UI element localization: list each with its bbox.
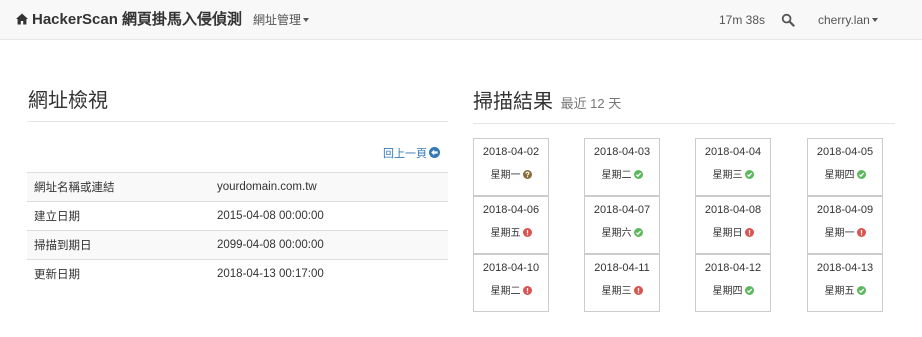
session-timer: 17m 38s	[719, 13, 766, 27]
row-value: 2015-04-08 00:00:00	[210, 201, 448, 231]
user-menu[interactable]: cherry.lan	[818, 0, 878, 40]
row-label: 建立日期	[27, 201, 210, 231]
exclamation-circle-icon	[856, 228, 866, 237]
check-circle-icon	[856, 286, 866, 295]
scan-result-card[interactable]: 2018-04-13 星期五	[807, 254, 883, 312]
check-circle-icon	[633, 170, 643, 179]
table-row: 網址名稱或連結 yourdomain.com.tw	[27, 172, 448, 202]
scan-weekday: 星期四	[824, 170, 855, 181]
scan-date: 2018-04-03	[593, 146, 651, 158]
scan-weekday: 星期二	[490, 286, 521, 297]
exclamation-circle-icon	[744, 228, 754, 237]
search-button[interactable]	[781, 13, 795, 27]
url-management-label: 網址管理	[253, 13, 302, 27]
scan-date: 2018-04-04	[704, 146, 762, 158]
scan-date: 2018-04-12	[704, 262, 762, 274]
row-label: 網址名稱或連結	[27, 172, 210, 202]
scan-date: 2018-04-10	[482, 262, 540, 274]
scan-result-card[interactable]: 2018-04-12 星期四	[695, 254, 771, 312]
page-title: 網址檢視	[28, 90, 108, 112]
scan-weekday: 星期三	[712, 170, 743, 181]
scan-date: 2018-04-13	[816, 262, 874, 274]
divider	[27, 121, 448, 122]
check-circle-icon	[856, 170, 866, 179]
search-icon	[781, 13, 795, 27]
scan-date: 2018-04-06	[482, 204, 540, 216]
exclamation-circle-icon	[522, 228, 532, 237]
scan-date: 2018-04-08	[704, 204, 762, 216]
table-row: 掃描到期日 2099-04-08 00:00:00	[27, 230, 448, 260]
brand-text: HackerScan 網頁掛馬入侵偵測	[32, 11, 243, 28]
scan-result-card[interactable]: 2018-04-08 星期日	[695, 196, 771, 254]
row-label: 更新日期	[27, 259, 210, 289]
row-value: 2018-04-13 00:17:00	[210, 259, 448, 289]
back-link-label: 回上一頁	[383, 148, 427, 160]
url-management-menu[interactable]: 網址管理	[253, 0, 310, 40]
scan-weekday: 星期四	[712, 286, 743, 297]
table-row: 建立日期 2015-04-08 00:00:00	[27, 201, 448, 231]
scan-result-card[interactable]: 2018-04-05 星期四	[807, 138, 883, 196]
question-circle-icon	[522, 170, 532, 179]
scan-weekday: 星期二	[601, 170, 632, 181]
scan-result-card[interactable]: 2018-04-09 星期一	[807, 196, 883, 254]
exclamation-circle-icon	[522, 286, 532, 295]
scan-result-card[interactable]: 2018-04-06 星期五	[473, 196, 549, 254]
row-value: 2099-04-08 00:00:00	[210, 230, 448, 260]
scan-result-card[interactable]: 2018-04-03 星期二	[584, 138, 660, 196]
table-row: 更新日期 2018-04-13 00:17:00	[27, 259, 448, 289]
scan-date: 2018-04-09	[816, 204, 874, 216]
check-circle-icon	[744, 286, 754, 295]
scan-weekday: 星期一	[490, 170, 521, 181]
scan-result-card[interactable]: 2018-04-02 星期一	[473, 138, 549, 196]
row-label: 掃描到期日	[27, 230, 210, 260]
back-link[interactable]: 回上一頁	[383, 145, 440, 161]
check-circle-icon	[744, 170, 754, 179]
scan-results-subtitle: 最近 12 天	[560, 96, 622, 111]
check-circle-icon	[633, 228, 643, 237]
chevron-down-icon	[303, 18, 310, 22]
home-icon	[16, 13, 28, 25]
brand-link[interactable]: HackerScan 網頁掛馬入侵偵測	[16, 0, 242, 40]
scan-date: 2018-04-11	[594, 262, 650, 274]
exclamation-circle-icon	[633, 286, 643, 295]
scan-weekday: 星期五	[824, 286, 855, 297]
arrow-left-circle-icon	[429, 147, 440, 158]
url-info-table: 網址名稱或連結 yourdomain.com.tw 建立日期 2015-04-08 …	[27, 172, 448, 289]
scan-result-card[interactable]: 2018-04-11 星期三	[584, 254, 660, 312]
scan-result-card[interactable]: 2018-04-04 星期三	[695, 138, 771, 196]
row-value: yourdomain.com.tw	[210, 172, 448, 202]
scan-results-heading: 掃描結果	[473, 91, 553, 113]
scan-result-card[interactable]: 2018-04-10 星期二	[473, 254, 549, 312]
scan-results-title: 掃描結果 最近 12 天	[473, 85, 621, 114]
scan-weekday: 星期三	[601, 286, 632, 297]
user-name: cherry.lan	[818, 13, 870, 27]
scan-result-card[interactable]: 2018-04-07 星期六	[584, 196, 660, 254]
scan-date: 2018-04-07	[593, 204, 651, 216]
scan-date: 2018-04-05	[816, 146, 874, 158]
scan-weekday: 星期日	[712, 228, 743, 239]
scan-date: 2018-04-02	[482, 146, 540, 158]
scan-weekday: 星期一	[824, 228, 855, 239]
chevron-down-icon	[871, 18, 878, 22]
top-navbar: HackerScan 網頁掛馬入侵偵測 網址管理 17m 38s cherry.…	[0, 0, 922, 40]
divider	[473, 123, 895, 124]
scan-weekday: 星期五	[490, 228, 521, 239]
scan-weekday: 星期六	[601, 228, 632, 239]
